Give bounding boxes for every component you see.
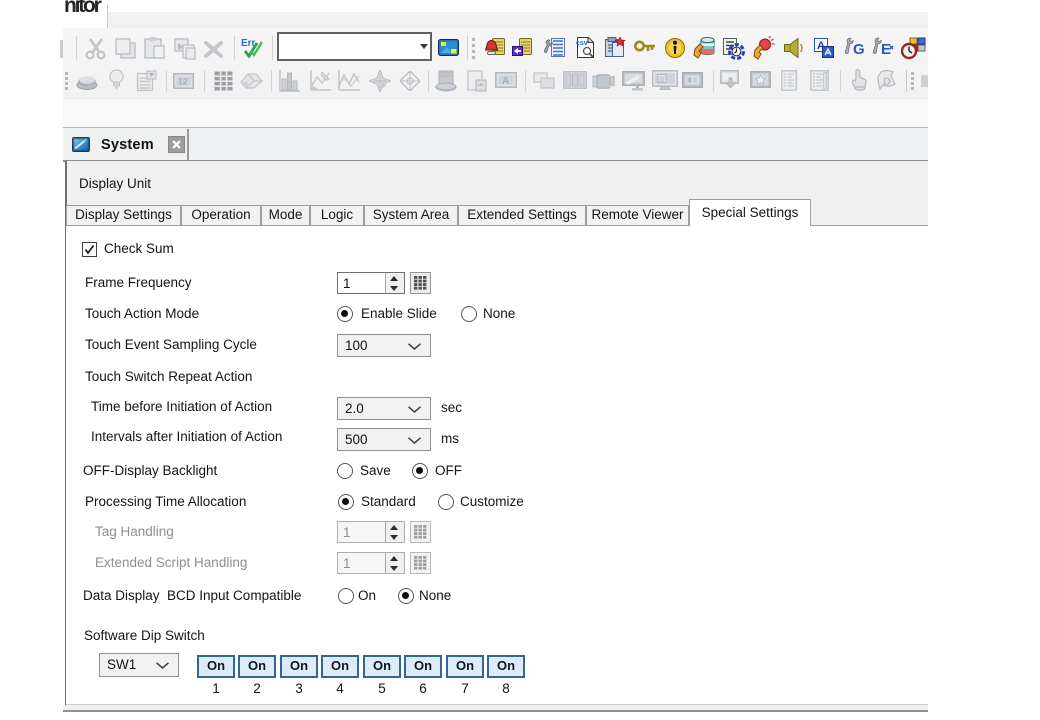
svg-text:D: D bbox=[883, 76, 891, 88]
svg-text:E: E bbox=[881, 41, 891, 58]
svg-text:G: G bbox=[853, 41, 865, 58]
svg-text:12: 12 bbox=[178, 77, 188, 87]
svg-text:A: A bbox=[502, 76, 509, 87]
svg-text:csv: csv bbox=[576, 40, 588, 47]
